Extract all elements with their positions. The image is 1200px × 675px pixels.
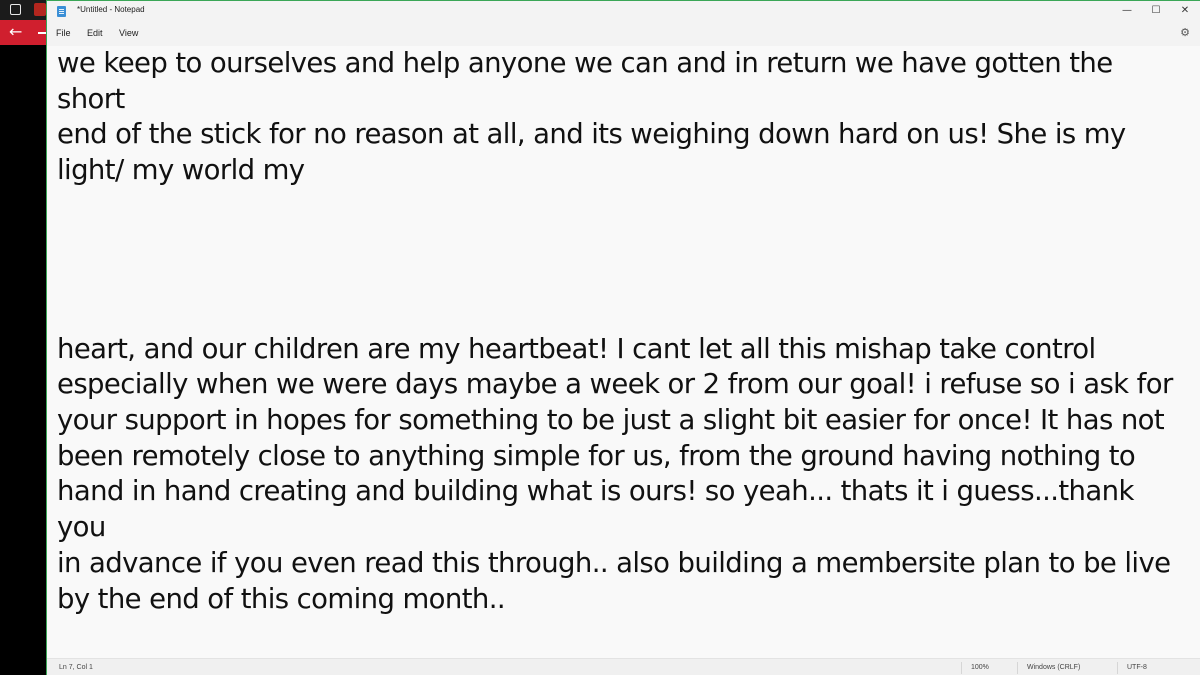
status-divider [961,662,962,674]
status-divider [1117,662,1118,674]
menu-dash-icon [38,32,46,34]
settings-gear-icon[interactable]: ⚙ [1179,27,1191,39]
encoding: UTF-8 [1127,664,1147,671]
close-button[interactable]: ✕ [1171,1,1199,22]
notepad-window: *Untitled - Notepad — ☐ ✕ File Edit View… [46,0,1200,675]
status-divider [1017,662,1018,674]
text-editor-area[interactable]: we keep to ourselves and help anyone we … [47,46,1200,658]
background-app-strip: ← [0,0,46,675]
window-title: *Untitled - Notepad [77,5,145,14]
tab-icon[interactable] [10,4,21,15]
status-bar: Ln 7, Col 1 100% Windows (CRLF) UTF-8 [47,658,1200,675]
minimize-button[interactable]: — [1113,1,1141,22]
app-icon[interactable] [34,3,46,16]
menu-edit[interactable]: Edit [87,28,103,38]
menu-view[interactable]: View [119,28,138,38]
line-endings: Windows (CRLF) [1027,664,1081,671]
zoom-level: 100% [971,664,989,671]
background-tab-bar [0,0,46,20]
editor-text[interactable]: we keep to ourselves and help anyone we … [57,46,1187,617]
cursor-position: Ln 7, Col 1 [59,664,93,671]
title-bar[interactable]: *Untitled - Notepad — ☐ ✕ [47,1,1200,22]
menu-bar: File Edit View ⚙ [47,22,1200,46]
menu-file[interactable]: File [56,28,71,38]
back-arrow-icon[interactable]: ← [9,23,22,41]
maximize-button[interactable]: ☐ [1142,1,1170,22]
notepad-icon [57,6,66,17]
